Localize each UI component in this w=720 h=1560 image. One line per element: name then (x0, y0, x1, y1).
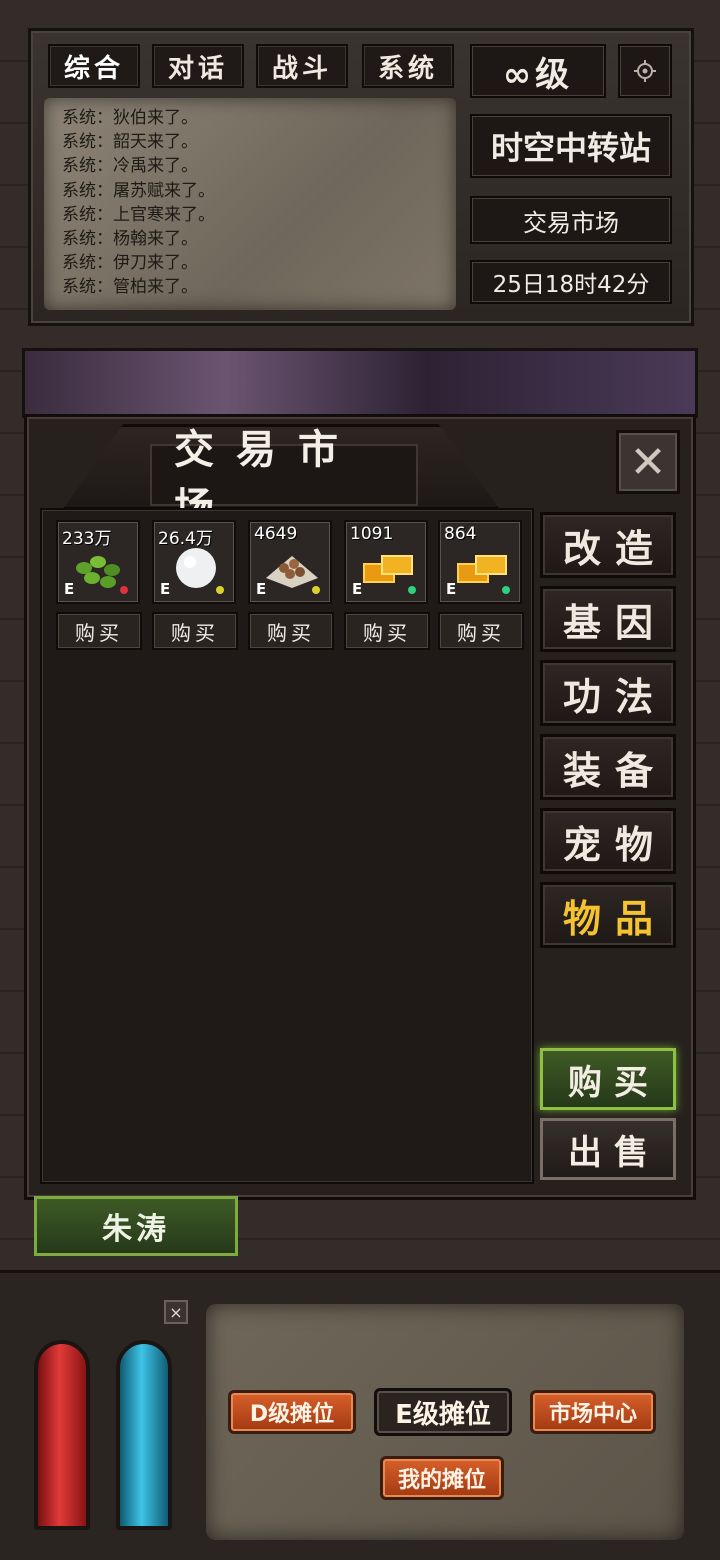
category-skill[interactable]: 功法 (540, 660, 676, 726)
item-grade: E (64, 580, 75, 598)
close-icon: ✕ (629, 436, 667, 488)
settings-button[interactable] (618, 44, 672, 98)
tab-system[interactable]: 系统 (362, 44, 454, 88)
chat-line: 系统：屠苏赋来了。 (62, 180, 215, 201)
scene-background (22, 348, 698, 418)
gold-bars-icon (457, 555, 507, 583)
chat-line: 系统：狄伯来了。 (62, 108, 198, 128)
category-modify[interactable]: 改造 (540, 512, 676, 578)
health-vial (34, 1340, 90, 1530)
market-center-button[interactable]: 市场中心 (530, 1390, 656, 1434)
item-quantity: 1091 (350, 524, 394, 544)
game-time: 25日18时42分 (470, 260, 672, 304)
item-quantity: 26.4万 (158, 529, 213, 549)
tab-general[interactable]: 综合 (48, 44, 140, 88)
rarity-dot (216, 586, 224, 594)
item-slot[interactable]: 26.4万 E (152, 520, 236, 604)
item-grade: E (160, 580, 171, 598)
category-items[interactable]: 物品 (540, 882, 676, 948)
chat-line: 系统：韶天来了。 (62, 132, 198, 153)
buy-mode-button[interactable]: 购买 (540, 1048, 676, 1110)
gear-icon (634, 60, 656, 82)
item-slot[interactable]: 1091 E (344, 520, 428, 604)
npc-button[interactable]: 朱涛 (34, 1196, 238, 1256)
chat-line: 系统：管柏来了。 (62, 277, 198, 298)
rarity-dot (408, 586, 416, 594)
tab-battle[interactable]: 战斗 (256, 44, 348, 88)
gold-bars-icon (363, 555, 413, 583)
tab-dialog[interactable]: 对话 (152, 44, 244, 88)
item-slot[interactable]: 864 E (438, 520, 522, 604)
item-slot[interactable]: 233万 E (56, 520, 140, 604)
dialog-title: 交易市场 (150, 427, 418, 531)
rarity-dot (120, 586, 128, 594)
category-pet[interactable]: 宠物 (540, 808, 676, 874)
close-icon: × (169, 1302, 183, 1322)
item-quantity: 4649 (254, 524, 298, 544)
item-quantity: 233万 (62, 529, 112, 549)
category-gene[interactable]: 基因 (540, 586, 676, 652)
chat-line: 系统：上官寒来了。 (62, 204, 215, 225)
minimize-button[interactable]: × (164, 1300, 188, 1324)
item-grade: E (446, 580, 457, 598)
item-grade: E (256, 580, 267, 598)
item-list[interactable] (40, 508, 534, 1184)
item-buy-button[interactable]: 购买 (438, 612, 524, 650)
my-stall-button[interactable]: 我的摊位 (380, 1456, 504, 1500)
mana-vial (116, 1340, 172, 1530)
pearl-icon (176, 548, 216, 588)
item-slot[interactable]: 4649 E (248, 520, 332, 604)
e-stall-button[interactable]: E级摊位 (374, 1388, 512, 1436)
chat-line: 系统：伊刀来了。 (62, 253, 198, 274)
d-stall-button[interactable]: D级摊位 (228, 1390, 356, 1434)
sell-mode-button[interactable]: 出售 (540, 1118, 676, 1180)
chat-line: 系统：杨翰来了。 (62, 229, 198, 250)
location-title: 时空中转站 (470, 114, 672, 178)
item-buy-button[interactable]: 购买 (152, 612, 238, 650)
green-beans-icon (76, 556, 120, 588)
sublocation-label[interactable]: 交易市场 (470, 196, 672, 244)
item-buy-button[interactable]: 购买 (56, 612, 142, 650)
chat-line: 系统：冷禹来了。 (62, 156, 198, 177)
item-grade: E (352, 580, 363, 598)
close-button[interactable]: ✕ (616, 430, 680, 494)
rarity-dot (312, 586, 320, 594)
level-display: ∞级 (470, 44, 606, 98)
chat-log[interactable]: 系统：狄伯来了。 系统：韶天来了。 系统：冷禹来了。 系统：屠苏赋来了。 系统：… (44, 98, 456, 310)
item-quantity: 864 (444, 524, 477, 544)
rarity-dot (502, 586, 510, 594)
category-equipment[interactable]: 装备 (540, 734, 676, 800)
item-buy-button[interactable]: 购买 (344, 612, 430, 650)
seeds-icon (266, 556, 318, 588)
item-buy-button[interactable]: 购买 (248, 612, 334, 650)
